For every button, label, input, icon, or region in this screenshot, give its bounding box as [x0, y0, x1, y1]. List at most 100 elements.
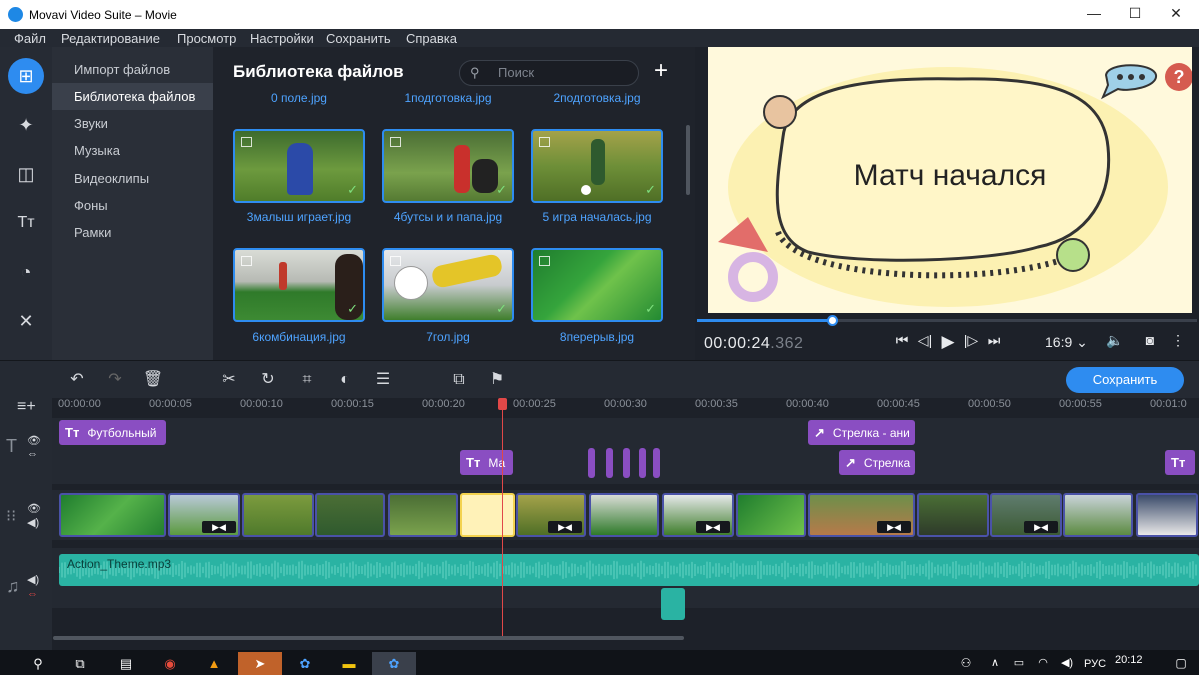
marker-clip[interactable] — [653, 448, 660, 478]
menu-file[interactable]: Файл — [14, 31, 46, 46]
delete-icon[interactable]: 🗑 — [142, 369, 164, 391]
video-clip[interactable]: ▶◀ — [990, 493, 1062, 537]
more-options-icon[interactable]: ⋮ — [1168, 332, 1188, 349]
file-name[interactable]: 7гол.jpg — [382, 330, 514, 344]
eye-icon[interactable]: 👁 — [27, 502, 41, 515]
file-thumbnail[interactable]: ✓ — [382, 129, 514, 203]
video-clip[interactable] — [1063, 493, 1133, 537]
marker-clip[interactable] — [639, 448, 646, 478]
search-input[interactable] — [498, 65, 628, 80]
stickers-tool-icon[interactable]: ◔ — [8, 254, 44, 290]
file-thumbnail[interactable]: ✓ — [531, 248, 663, 322]
overlay-icon[interactable]: ⧉ — [448, 369, 470, 391]
add-track-icon[interactable]: ≡+ — [17, 398, 36, 416]
arrow-clip[interactable]: ↗ Стрелка — [839, 450, 915, 475]
transition-icon[interactable]: ▶◀ — [696, 521, 730, 533]
audio-clip-small[interactable] — [661, 588, 685, 620]
category-library[interactable]: Библиотека файлов — [52, 83, 213, 110]
file-name[interactable]: 0 поле.jpg — [233, 91, 365, 105]
wifi-icon[interactable]: ◠ — [1032, 652, 1054, 675]
color-adjust-icon[interactable]: ◐ — [334, 369, 356, 391]
video-clip[interactable] — [1136, 493, 1198, 537]
file-app-icon[interactable]: ▤ — [104, 652, 148, 675]
menu-save[interactable]: Сохранить — [326, 31, 391, 46]
transition-icon[interactable]: ▶◀ — [1024, 521, 1058, 533]
more-tools-icon[interactable]: ✕ — [8, 303, 44, 339]
undo-icon[interactable]: ↶ — [66, 369, 88, 391]
library-scrollbar[interactable] — [686, 125, 690, 195]
menu-view[interactable]: Просмотр — [177, 31, 236, 46]
preview-canvas[interactable]: Матч начался ? — [708, 47, 1192, 313]
play-icon[interactable]: ▶ — [938, 332, 958, 352]
maximize-icon[interactable]: ☐ — [1125, 5, 1145, 23]
volume-icon[interactable]: ◀) — [27, 516, 39, 529]
file-thumbnail[interactable]: ✓ — [531, 129, 663, 203]
marker-clip[interactable] — [588, 448, 595, 478]
video-clip[interactable] — [589, 493, 659, 537]
audio-clip[interactable]: Action_Theme.mp3 — [59, 554, 1199, 586]
menu-edit[interactable]: Редактирование — [61, 31, 160, 46]
transitions-tool-icon[interactable]: ◫ — [8, 156, 44, 192]
marker-clip[interactable] — [606, 448, 613, 478]
file-thumbnail[interactable]: ✓ — [233, 248, 365, 322]
file-thumbnail[interactable]: ✓ — [382, 248, 514, 322]
rotate-icon[interactable]: ↻ — [257, 369, 279, 391]
notifications-icon[interactable]: ▢ — [1170, 652, 1192, 675]
volume-icon[interactable]: ◀) — [27, 573, 39, 586]
minimize-icon[interactable]: — — [1084, 5, 1104, 23]
step-forward-icon[interactable]: |▷ — [961, 332, 981, 349]
title-clip[interactable]: Tт Футбольный — [59, 420, 166, 445]
file-name[interactable]: 2подготовка.jpg — [531, 91, 663, 105]
video-clip[interactable] — [917, 493, 989, 537]
category-backgrounds[interactable]: Фоны — [52, 192, 213, 219]
tray-arrow-icon[interactable]: ∧ — [984, 652, 1006, 675]
file-name[interactable]: 5 игра началась.jpg — [531, 210, 663, 224]
file-name[interactable]: 8перерыв.jpg — [531, 330, 663, 344]
link-icon[interactable]: ⇔ — [27, 448, 38, 460]
help-icon[interactable]: ? — [1165, 63, 1192, 91]
search-icon[interactable]: ⚲ — [16, 652, 60, 675]
vlc-icon[interactable]: ▲ — [192, 652, 236, 675]
file-thumbnail[interactable]: ✓ — [233, 129, 365, 203]
title-clip[interactable]: Tт — [1165, 450, 1195, 475]
category-music[interactable]: Музыка — [52, 137, 213, 164]
crop-icon[interactable]: ⌗ — [296, 369, 318, 391]
aspect-ratio-select[interactable]: 16:9 ⌄ — [1045, 334, 1088, 351]
playhead-handle[interactable] — [498, 398, 507, 410]
clock[interactable]: 20:12 — [1115, 654, 1143, 666]
movavi-active-icon[interactable]: ✿ — [372, 652, 416, 675]
people-icon[interactable]: ⚇ — [944, 652, 988, 675]
step-back-icon[interactable]: ◁| — [915, 332, 935, 349]
snapshot-icon[interactable]: ◙ — [1140, 332, 1160, 348]
video-clip[interactable] — [736, 493, 806, 537]
link-icon[interactable]: ⇔ — [27, 588, 38, 600]
volume-icon[interactable]: 🔈 — [1105, 332, 1125, 349]
search-box[interactable]: ⚲ — [459, 60, 639, 86]
timeline-scrollbar[interactable] — [53, 636, 684, 640]
language-indicator[interactable]: РУС — [1084, 658, 1106, 670]
skip-start-icon[interactable]: ⏮ — [892, 332, 912, 349]
video-clip[interactable]: ▶◀ — [662, 493, 734, 537]
preview-scrubber[interactable] — [697, 315, 1197, 326]
effects-tool-icon[interactable]: ✦ — [8, 107, 44, 143]
video-clip[interactable]: ▶◀ — [516, 493, 586, 537]
scrubber-handle[interactable] — [827, 315, 838, 326]
file-name[interactable]: 6комбинация.jpg — [233, 330, 365, 344]
time-ruler[interactable]: 00:00:00 00:00:05 00:00:10 00:00:15 00:0… — [52, 398, 1199, 418]
video-clip[interactable]: ▶◀ — [168, 493, 240, 537]
video-clip[interactable] — [242, 493, 314, 537]
skip-end-icon[interactable]: ⏭ — [984, 332, 1004, 349]
video-clip[interactable] — [315, 493, 385, 537]
telegram-icon[interactable]: ➤ — [238, 652, 282, 675]
speaker-icon[interactable]: ◀) — [1056, 652, 1078, 675]
file-name[interactable]: 3малыш играет.jpg — [233, 210, 365, 224]
add-file-button[interactable]: + — [650, 59, 672, 83]
folder-icon[interactable]: ▬ — [327, 652, 371, 675]
redo-icon[interactable]: ↷ — [104, 369, 126, 391]
task-view-icon[interactable]: ⧉ — [58, 652, 102, 675]
cut-icon[interactable]: ✂ — [218, 369, 240, 391]
file-name[interactable]: 4бутсы и и папа.jpg — [382, 210, 514, 224]
import-tool-icon[interactable]: ⊞ — [8, 58, 44, 94]
menu-settings[interactable]: Настройки — [250, 31, 314, 46]
marker-icon[interactable]: ⚑ — [486, 369, 508, 391]
